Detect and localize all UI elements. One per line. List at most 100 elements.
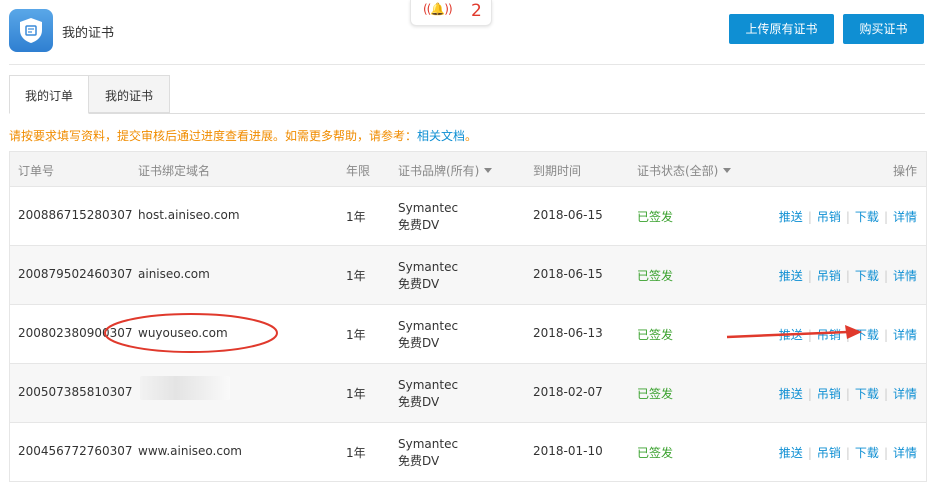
- period-cell: 1年: [346, 446, 366, 460]
- revoke-link[interactable]: 吊销: [817, 387, 841, 401]
- caret-down-icon: [484, 168, 493, 173]
- separator: |: [883, 210, 888, 224]
- col-brand-filter[interactable]: 证书品牌(所有): [398, 162, 493, 179]
- expire-cell: 2018-02-07: [533, 385, 603, 399]
- details-link[interactable]: 详情: [893, 328, 917, 342]
- push-link[interactable]: 推送: [779, 387, 803, 401]
- details-link[interactable]: 详情: [893, 210, 917, 224]
- ssl-certificate-logo: [9, 9, 53, 52]
- col-brand-label: 证书品牌(所有): [398, 164, 480, 178]
- brand-cell: Symantec 免费DV: [398, 318, 458, 352]
- brand-cell: Symantec 免费DV: [398, 200, 458, 234]
- separator: |: [807, 269, 812, 283]
- status-cell: 已签发: [637, 269, 674, 283]
- buy-certificate-button[interactable]: 购买证书: [843, 14, 924, 44]
- col-status-label: 证书状态(全部): [637, 164, 719, 178]
- order-no-cell: 200886715280307: [18, 208, 133, 222]
- table-row: 200456772760307 www.ainiseo.com 1年 Syman…: [10, 423, 926, 482]
- redacted-domain: [140, 376, 230, 400]
- order-no-cell: 200879502460307: [18, 267, 133, 281]
- brand-type: 免费DV: [398, 336, 440, 350]
- push-link[interactable]: 推送: [779, 328, 803, 342]
- brand-cell: Symantec 免费DV: [398, 436, 458, 470]
- col-period: 年限: [346, 164, 371, 178]
- details-link[interactable]: 详情: [893, 269, 917, 283]
- upload-existing-certificate-button[interactable]: 上传原有证书: [729, 14, 834, 44]
- orders-table: 订单号 证书绑定域名 年限 证书品牌(所有) 到期时间 证书状态(全部) 操作 …: [9, 151, 927, 482]
- push-link[interactable]: 推送: [779, 210, 803, 224]
- push-link[interactable]: 推送: [779, 269, 803, 283]
- notice-text: 请按要求填写资料，提交审核后通过进度查看进展。如需更多帮助，请参考：: [9, 129, 418, 143]
- table-row: 200886715280307 host.ainiseo.com 1年 Syma…: [10, 187, 926, 246]
- tab-bar: 我的订单 我的证书: [9, 75, 925, 114]
- notice-suffix: 。: [465, 129, 478, 143]
- order-no-cell: 200507385810307: [18, 385, 133, 399]
- separator: |: [807, 328, 812, 342]
- expire-cell: 2018-06-15: [533, 208, 603, 222]
- separator: |: [845, 269, 850, 283]
- download-link[interactable]: 下载: [855, 210, 879, 224]
- download-link[interactable]: 下载: [855, 269, 879, 283]
- brand-type: 免费DV: [398, 277, 440, 291]
- brand-name: Symantec: [398, 319, 459, 333]
- header-divider: [9, 64, 925, 65]
- caret-down-icon: [723, 168, 732, 173]
- table-row: 200507385810307 1年 Symantec 免费DV 2018-02-…: [10, 364, 926, 423]
- brand-name: Symantec: [398, 437, 459, 451]
- separator: |: [807, 387, 812, 401]
- revoke-link[interactable]: 吊销: [817, 269, 841, 283]
- details-link[interactable]: 详情: [893, 446, 917, 460]
- help-notice: 请按要求填写资料，提交审核后通过进度查看进展。如需更多帮助，请参考：相关文档。: [9, 127, 477, 144]
- revoke-link[interactable]: 吊销: [817, 446, 841, 460]
- domain-cell: ainiseo.com: [138, 267, 210, 281]
- separator: |: [845, 446, 850, 460]
- domain-cell: wuyouseo.com: [138, 326, 228, 340]
- download-link[interactable]: 下载: [855, 328, 879, 342]
- revoke-link[interactable]: 吊销: [817, 210, 841, 224]
- revoke-link[interactable]: 吊销: [817, 328, 841, 342]
- separator: |: [807, 446, 812, 460]
- certificate-shield-icon: [20, 18, 42, 43]
- order-no-cell: 200802380900307: [18, 326, 133, 340]
- brand-type: 免费DV: [398, 395, 440, 409]
- col-status-filter[interactable]: 证书状态(全部): [637, 162, 732, 179]
- download-link[interactable]: 下载: [855, 387, 879, 401]
- page-title: 我的证书: [62, 26, 115, 41]
- col-actions: 操作: [892, 164, 917, 178]
- period-cell: 1年: [346, 328, 366, 342]
- tab-my-orders[interactable]: 我的订单: [9, 75, 89, 114]
- separator: |: [807, 210, 812, 224]
- brand-cell: Symantec 免费DV: [398, 377, 458, 411]
- push-link[interactable]: 推送: [779, 446, 803, 460]
- brand-name: Symantec: [398, 201, 459, 215]
- row-actions: 推送 | 吊销 | 下载 | 详情: [779, 444, 917, 461]
- status-cell: 已签发: [637, 328, 674, 342]
- order-no-cell: 200456772760307: [18, 444, 133, 458]
- col-order-no: 订单号: [18, 164, 55, 178]
- domain-cell: www.ainiseo.com: [138, 444, 242, 458]
- expire-cell: 2018-06-13: [533, 326, 603, 340]
- notification-count: 2: [471, 1, 482, 21]
- period-cell: 1年: [346, 269, 366, 283]
- expire-cell: 2018-06-15: [533, 267, 603, 281]
- brand-cell: Symantec 免费DV: [398, 259, 458, 293]
- brand-type: 免费DV: [398, 218, 440, 232]
- download-link[interactable]: 下载: [855, 446, 879, 460]
- tab-my-certificates[interactable]: 我的证书: [89, 75, 170, 113]
- notification-widget[interactable]: ((🔔)) 2: [410, 0, 492, 26]
- related-docs-link[interactable]: 相关文档: [417, 129, 465, 143]
- table-row: 200802380900307 wuyouseo.com 1年 Symantec…: [10, 305, 926, 364]
- status-cell: 已签发: [637, 210, 674, 224]
- domain-cell: host.ainiseo.com: [138, 208, 240, 222]
- details-link[interactable]: 详情: [893, 387, 917, 401]
- table-row: 200879502460307 ainiseo.com 1年 Symantec 免…: [10, 246, 926, 305]
- status-cell: 已签发: [637, 446, 674, 460]
- brand-name: Symantec: [398, 260, 459, 274]
- row-actions: 推送 | 吊销 | 下载 | 详情: [779, 326, 917, 343]
- separator: |: [883, 328, 888, 342]
- ringing-bell-icon: ((🔔)): [423, 2, 453, 16]
- separator: |: [883, 269, 888, 283]
- separator: |: [883, 387, 888, 401]
- row-actions: 推送 | 吊销 | 下载 | 详情: [779, 267, 917, 284]
- row-actions: 推送 | 吊销 | 下载 | 详情: [779, 208, 917, 225]
